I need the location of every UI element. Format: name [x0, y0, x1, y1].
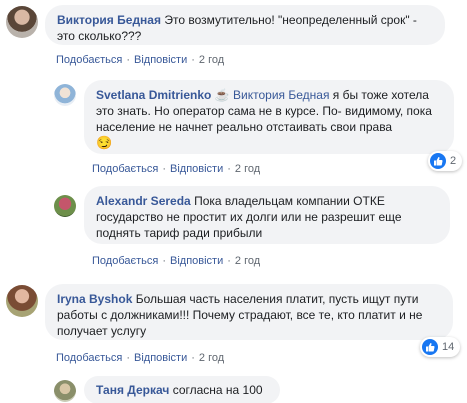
reply-button[interactable]: Відповісти	[134, 54, 187, 66]
avatar-comment-4[interactable]	[6, 285, 38, 317]
author-badge-icon: ☕	[214, 88, 230, 102]
avatar-comment-3[interactable]	[54, 195, 76, 217]
comment-time[interactable]: 2 год	[199, 352, 224, 364]
reply-button[interactable]: Відповісти	[134, 352, 187, 364]
reaction-count: 2	[450, 155, 457, 167]
comment-actions-3: Подобається · Відповісти · 2 год	[92, 255, 261, 267]
comment-actions-2: Подобається · Відповісти · 2 год	[92, 163, 261, 175]
comment-time[interactable]: 2 год	[235, 163, 260, 175]
avatar-comment-5[interactable]	[54, 380, 76, 402]
comment-text: согласна на 100	[172, 383, 263, 397]
comment-bubble-1: Виктория Бедная Это возмутительно! "неоп…	[45, 5, 445, 45]
comment-time[interactable]: 2 год	[235, 255, 260, 267]
reaction-count-2[interactable]: 2	[428, 151, 463, 171]
like-icon	[422, 339, 438, 355]
comment-author[interactable]: Svetlana Dmitrienko	[96, 88, 211, 102]
reply-button[interactable]: Відповісти	[170, 255, 223, 267]
comment-bubble-2: Svetlana Dmitrienko ☕ Виктория Бедная я …	[84, 80, 454, 154]
comment-bubble-4: Iryna Byshok Большая часть населения пла…	[45, 284, 453, 340]
comment-author[interactable]: Виктория Бедная	[57, 13, 161, 27]
like-button[interactable]: Подобається	[56, 352, 122, 364]
comment-time[interactable]: 2 год	[199, 54, 224, 66]
avatar-comment-2[interactable]	[54, 84, 76, 106]
reply-button[interactable]: Відповісти	[170, 163, 223, 175]
comment-actions-4: Подобається · Відповісти · 2 год	[56, 352, 225, 364]
like-button[interactable]: Подобається	[56, 54, 122, 66]
like-button[interactable]: Подобається	[92, 255, 158, 267]
comment-author[interactable]: Iryna Byshok	[57, 292, 132, 306]
like-icon	[430, 153, 446, 169]
reaction-count: 14	[442, 341, 455, 353]
comment-author[interactable]: Alexandr Sereda	[96, 194, 191, 208]
like-button[interactable]: Подобається	[92, 163, 158, 175]
reaction-count-4[interactable]: 14	[420, 337, 461, 357]
comment-author[interactable]: Таня Деркач	[96, 383, 169, 397]
mention-link[interactable]: Виктория Бедная	[233, 88, 329, 102]
comment-bubble-3: Alexandr Sereda Пока владельцам компании…	[84, 186, 450, 244]
avatar-comment-1[interactable]	[6, 6, 38, 38]
comment-bubble-5: Таня Деркач согласна на 100	[84, 376, 280, 403]
comment-actions-1: Подобається · Відповісти · 2 год	[56, 54, 225, 66]
smirk-emoji: 😏	[96, 135, 113, 150]
